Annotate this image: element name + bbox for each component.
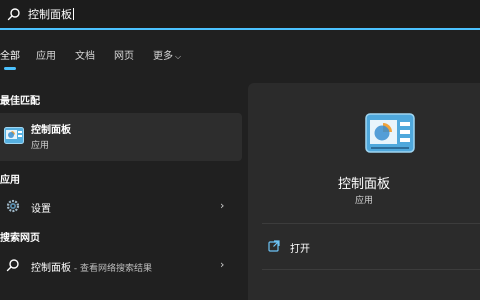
- tab-more-label: 更多: [153, 51, 173, 62]
- best-match-item[interactable]: 控制面板 应用: [0, 113, 242, 161]
- active-tab-indicator: [4, 67, 16, 70]
- tab-web[interactable]: 网页: [114, 48, 134, 66]
- web-search-query: 控制面板: [31, 263, 71, 274]
- tab-all[interactable]: 全部: [0, 48, 20, 66]
- search-icon: [7, 8, 20, 21]
- filter-tabs: 全部 应用 文档 网页 更多 ⌵: [0, 48, 240, 72]
- control-panel-icon: [365, 113, 415, 153]
- list-item-label: 设置: [31, 204, 51, 215]
- divider: [262, 223, 480, 224]
- search-bar[interactable]: 控制面板: [0, 0, 480, 30]
- text-caret: [73, 8, 74, 20]
- chevron-right-icon: ›: [220, 199, 225, 212]
- search-icon: [6, 259, 19, 272]
- section-apps: 应用: [0, 175, 20, 186]
- search-input[interactable]: 控制面板: [28, 6, 448, 24]
- web-search-suffix: - 查看网络搜索结果: [71, 264, 152, 274]
- section-best-match: 最佳匹配: [0, 96, 40, 107]
- section-web-search: 搜索网页: [0, 233, 40, 244]
- best-match-title: 控制面板: [31, 125, 71, 136]
- chevron-right-icon: ›: [220, 258, 225, 271]
- detail-subtitle: 应用: [354, 196, 373, 206]
- open-button[interactable]: 打开: [262, 235, 480, 259]
- tab-more[interactable]: 更多 ⌵: [153, 48, 181, 66]
- open-label: 打开: [290, 244, 310, 255]
- chevron-down-icon: ⌵: [175, 52, 182, 61]
- gear-icon: [6, 199, 20, 213]
- list-item-web-search[interactable]: 控制面板 - 查看网络搜索结果 ›: [0, 253, 242, 279]
- tab-documents[interactable]: 文档: [75, 48, 95, 66]
- best-match-subtitle: 应用: [31, 141, 50, 151]
- detail-title: 控制面板: [337, 177, 390, 192]
- tab-apps[interactable]: 应用: [36, 48, 56, 66]
- divider: [262, 269, 480, 270]
- detail-pane: 控制面板 应用 打开: [248, 83, 480, 300]
- web-search-label: 控制面板 - 查看网络搜索结果: [31, 259, 152, 274]
- control-panel-icon: [4, 127, 24, 144]
- open-external-icon: [268, 240, 280, 252]
- list-item-settings[interactable]: 设置 ›: [0, 194, 242, 220]
